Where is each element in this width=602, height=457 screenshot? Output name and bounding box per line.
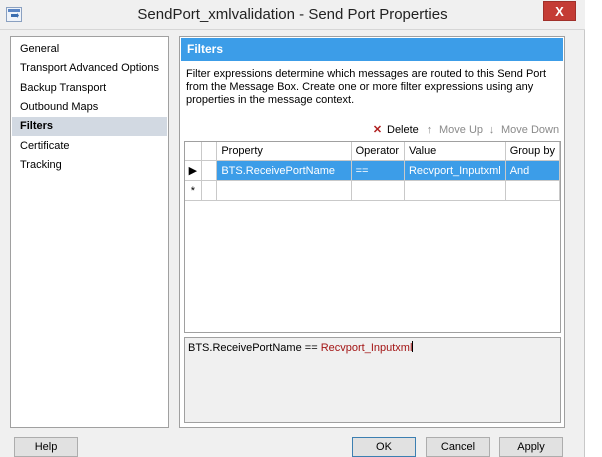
move-up-button[interactable]: ↑ Move Up	[424, 123, 483, 137]
new-row-value-cell[interactable]	[404, 180, 506, 201]
new-row-group-by-cell[interactable]	[505, 180, 561, 201]
new-row-operator-cell[interactable]	[351, 180, 405, 201]
move-down-button[interactable]: ↓ Move Down	[486, 123, 559, 137]
nav-item-backup-transport[interactable]: Backup Transport	[12, 79, 167, 98]
move-down-label: Move Down	[501, 124, 560, 136]
nav-item-transport-advanced-options[interactable]: Transport Advanced Options	[12, 59, 167, 78]
arrow-down-icon: ↓	[488, 124, 495, 136]
filter-expression-preview: BTS.ReceivePortName == Recvport_Inputxml	[184, 337, 561, 423]
cell-value[interactable]: Recvport_Inputxml	[404, 160, 506, 181]
nav-item-certificate[interactable]: Certificate	[12, 137, 167, 156]
new-row-property-cell[interactable]	[216, 180, 352, 201]
expression-value: Recvport_Inputxml	[320, 342, 413, 354]
current-row-arrow-icon: ▶	[188, 165, 198, 177]
expression-operator: ==	[304, 342, 318, 354]
column-header-group-by[interactable]: Group by	[505, 142, 561, 161]
expression-property: BTS.ReceivePortName	[188, 342, 302, 354]
grid-group-cell[interactable]	[201, 160, 218, 181]
nav-item-general[interactable]: General	[12, 40, 167, 59]
nav-item-tracking[interactable]: Tracking	[12, 156, 167, 175]
cell-group-by[interactable]: And	[505, 160, 561, 181]
text-cursor	[412, 341, 414, 352]
filters-panel: Filters Filter expressions determine whi…	[179, 36, 565, 428]
column-header-operator[interactable]: Operator	[351, 142, 405, 161]
grid-group-column-header	[201, 142, 218, 161]
close-button[interactable]: X	[543, 1, 576, 21]
table-row[interactable]: ▶ BTS.ReceivePortName == Recvport_Inputx…	[185, 160, 561, 181]
expression-text: BTS.ReceivePortName == Recvport_Inputxml	[188, 341, 414, 354]
column-header-property[interactable]: Property	[216, 142, 352, 161]
title-bar[interactable]: SendPort_xmlvalidation - Send Port Prope…	[0, 0, 585, 30]
new-row-selector[interactable]: *	[185, 180, 202, 201]
nav-item-outbound-maps[interactable]: Outbound Maps	[12, 98, 167, 117]
arrow-up-icon: ↑	[426, 124, 433, 136]
grid-corner	[185, 142, 202, 161]
close-icon: X	[555, 4, 564, 19]
window-title: SendPort_xmlvalidation - Send Port Prope…	[137, 6, 448, 23]
new-row[interactable]: *	[185, 180, 561, 201]
new-row-group-cell[interactable]	[201, 180, 218, 201]
cell-operator[interactable]: ==	[351, 160, 405, 181]
grid-header-row: Property Operator Value Group by	[185, 142, 561, 161]
apply-button[interactable]: Apply	[499, 437, 563, 457]
cancel-button[interactable]: Cancel	[426, 437, 490, 457]
row-selector[interactable]: ▶	[185, 160, 202, 181]
filter-grid[interactable]: Property Operator Value Group by ▶ BTS.R…	[184, 141, 561, 333]
column-header-value[interactable]: Value	[404, 142, 506, 161]
nav-item-filters[interactable]: Filters	[12, 117, 167, 136]
ok-button[interactable]: OK	[352, 437, 416, 457]
delete-button[interactable]: ✕ Delete	[372, 123, 419, 137]
filters-description: Filter expressions determine which messa…	[186, 68, 547, 106]
help-button[interactable]: Help	[14, 437, 78, 457]
navigation-list: General Transport Advanced Options Backu…	[10, 36, 169, 428]
move-up-label: Move Up	[439, 124, 484, 136]
send-port-properties-window: SendPort_xmlvalidation - Send Port Prope…	[0, 0, 585, 457]
delete-label: Delete	[387, 124, 419, 136]
panel-header: Filters	[181, 38, 563, 61]
delete-icon: ✕	[372, 124, 383, 136]
cell-property[interactable]: BTS.ReceivePortName	[216, 160, 352, 181]
